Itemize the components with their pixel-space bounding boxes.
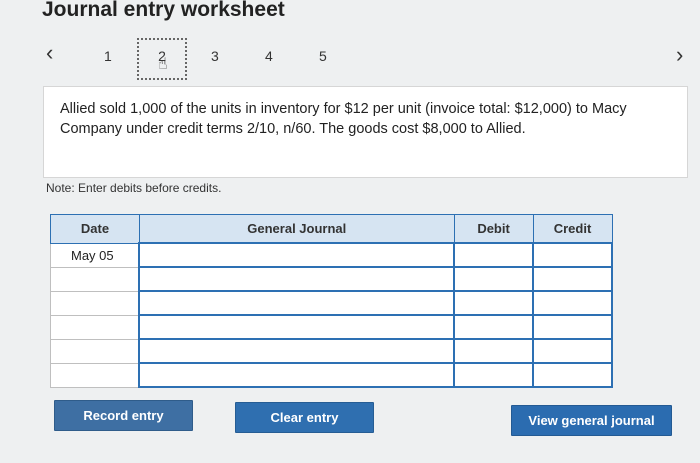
debit-header: Debit xyxy=(453,214,534,244)
credit-input[interactable] xyxy=(534,364,611,386)
credit-input-cell[interactable] xyxy=(532,362,613,388)
date-header: Date xyxy=(50,214,140,244)
date-cell xyxy=(50,266,140,292)
table-row: May 05 xyxy=(50,242,613,268)
credit-input-cell[interactable] xyxy=(532,338,613,364)
page-1[interactable]: 1 xyxy=(104,48,112,64)
debit-input[interactable] xyxy=(455,268,533,290)
chevron-left-icon[interactable]: ‹ xyxy=(46,40,53,66)
credit-input[interactable] xyxy=(534,316,611,338)
debit-input-cell[interactable] xyxy=(453,290,535,316)
page-4[interactable]: 4 xyxy=(265,48,273,64)
clear-entry-button[interactable]: Clear entry xyxy=(235,402,374,433)
page-3[interactable]: 3 xyxy=(211,48,219,64)
account-input-cell[interactable] xyxy=(138,314,456,340)
credit-input-cell[interactable] xyxy=(532,242,613,268)
view-general-journal-button[interactable]: View general journal xyxy=(511,405,672,436)
credit-input-cell[interactable] xyxy=(532,290,613,316)
account-input[interactable] xyxy=(140,316,454,338)
debit-input-cell[interactable] xyxy=(453,314,535,340)
credit-input[interactable] xyxy=(534,292,611,314)
account-input-cell[interactable] xyxy=(138,266,456,292)
credit-input[interactable] xyxy=(534,244,611,266)
account-input[interactable] xyxy=(140,340,454,362)
journal-table: Date General Journal Debit Credit May 05 xyxy=(50,214,613,388)
credit-input[interactable] xyxy=(534,340,611,362)
date-cell xyxy=(50,290,140,316)
table-row xyxy=(50,362,613,388)
debit-input-cell[interactable] xyxy=(453,266,535,292)
table-row xyxy=(50,314,613,340)
chevron-right-icon[interactable]: › xyxy=(676,42,683,68)
record-entry-button[interactable]: Record entry xyxy=(54,400,193,431)
credit-input-cell[interactable] xyxy=(532,314,613,340)
page-5[interactable]: 5 xyxy=(319,48,327,64)
general-journal-header: General Journal xyxy=(138,214,455,244)
date-cell xyxy=(50,314,140,340)
credit-input[interactable] xyxy=(534,268,611,290)
table-row xyxy=(50,266,613,292)
table-row xyxy=(50,290,613,316)
account-input-cell[interactable] xyxy=(138,242,456,268)
date-cell: May 05 xyxy=(50,242,140,268)
account-input[interactable] xyxy=(140,268,454,290)
account-input[interactable] xyxy=(140,244,454,266)
problem-statement: Allied sold 1,000 of the units in invent… xyxy=(43,86,688,178)
debit-input-cell[interactable] xyxy=(453,338,535,364)
debit-input[interactable] xyxy=(455,292,533,314)
debit-input[interactable] xyxy=(455,244,533,266)
credit-input-cell[interactable] xyxy=(532,266,613,292)
debit-input-cell[interactable] xyxy=(453,362,535,388)
debit-input[interactable] xyxy=(455,316,533,338)
page-title: Journal entry worksheet xyxy=(42,0,285,21)
account-input-cell[interactable] xyxy=(138,362,456,388)
account-input[interactable] xyxy=(140,292,454,314)
account-input[interactable] xyxy=(140,364,454,386)
date-cell xyxy=(50,362,140,388)
instruction-note: Note: Enter debits before credits. xyxy=(46,181,222,195)
entry-pagination: ‹ 1 2 3 4 5 › xyxy=(0,38,700,80)
hand-pointer-icon: ☝ xyxy=(158,56,168,73)
account-input-cell[interactable] xyxy=(138,338,456,364)
debit-input[interactable] xyxy=(455,340,533,362)
table-row xyxy=(50,338,613,364)
debit-input[interactable] xyxy=(455,364,533,386)
credit-header: Credit xyxy=(532,214,613,244)
debit-input-cell[interactable] xyxy=(453,242,535,268)
date-cell xyxy=(50,338,140,364)
account-input-cell[interactable] xyxy=(138,290,456,316)
